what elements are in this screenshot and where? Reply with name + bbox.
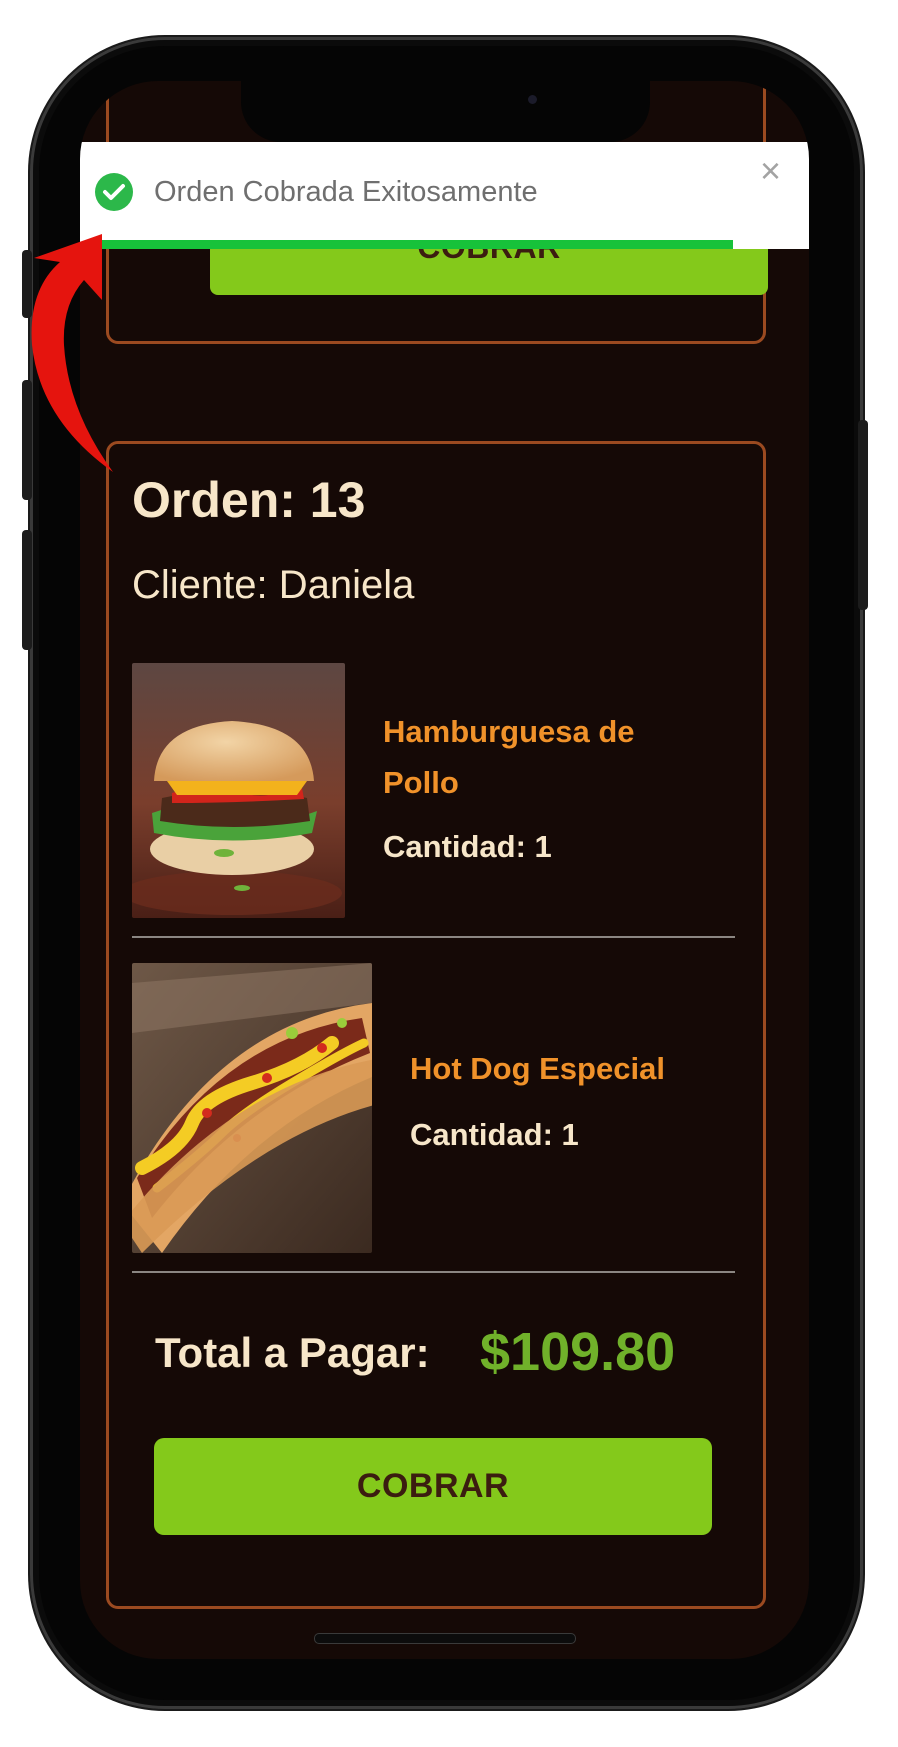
close-icon[interactable]: × [760,150,781,192]
toast-message: Orden Cobrada Exitosamente [154,176,538,208]
item-divider [132,936,735,938]
total-label: Total a Pagar: [155,1329,430,1376]
volume-down-button [22,530,32,650]
toast-progress-bar [98,240,733,249]
item-name: Hamburguesa de Pollo [383,714,635,800]
notch [241,81,650,142]
previous-charge-button[interactable]: COBRAR [210,241,768,295]
item-name: Hot Dog Especial [410,1051,665,1086]
total-amount: $109.80 [480,1322,676,1382]
hot-dog-image [132,963,372,1253]
order-title: Orden: 13 [132,472,366,528]
app-screen: COBRAR Orden: 13 Cliente: Daniela Hambur… [80,81,809,1659]
camera-icon [528,95,537,104]
home-indicator [314,1633,576,1644]
item-divider [132,1271,735,1273]
power-button [858,420,868,610]
item-quantity: Cantidad: 1 [383,829,552,864]
item-quantity: Cantidad: 1 [410,1117,579,1152]
check-circle-icon [95,173,133,211]
client-name: Cliente: Daniela [132,563,415,607]
charge-button[interactable]: COBRAR [154,1438,712,1535]
mute-switch [22,250,32,318]
burger-image [132,663,345,918]
volume-up-button [22,380,32,500]
success-toast: Orden Cobrada Exitosamente × [80,142,809,249]
